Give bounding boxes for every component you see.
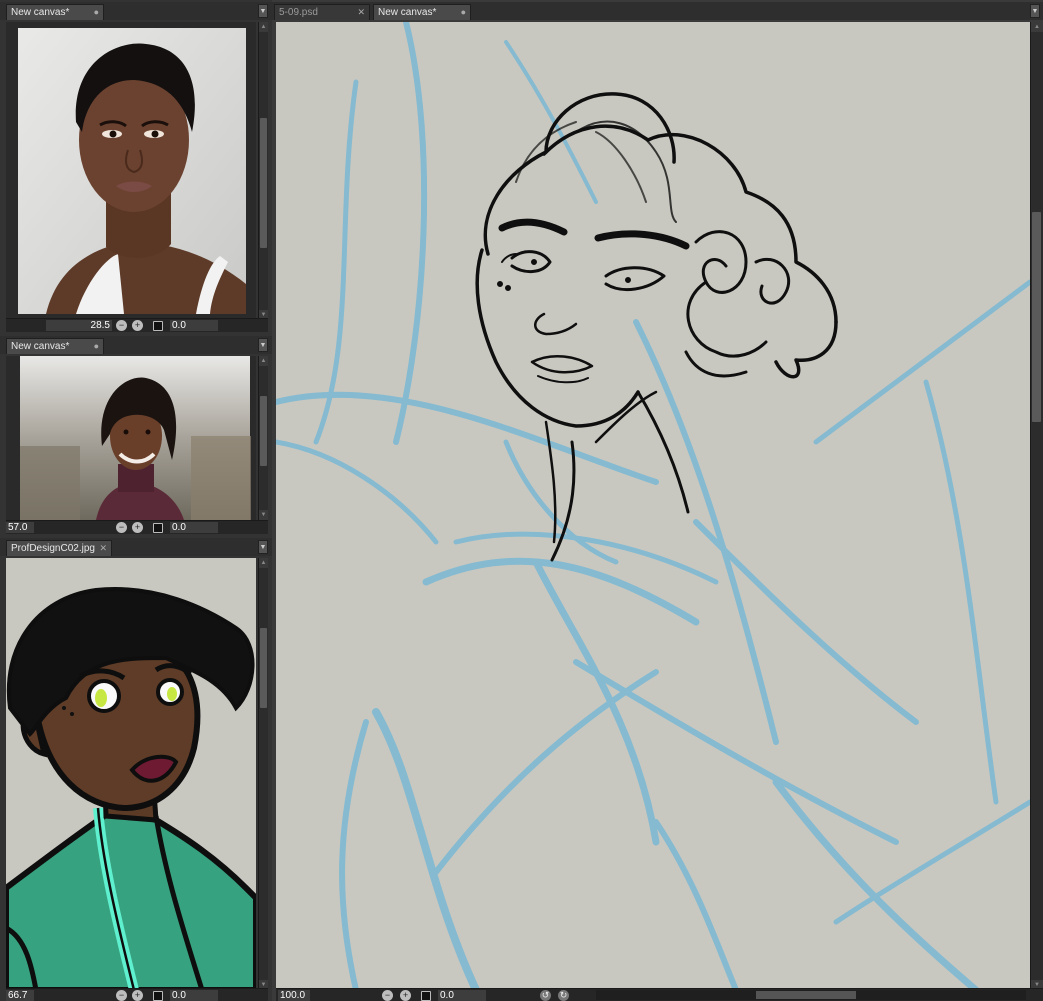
sketch-drawing — [276, 22, 1030, 990]
panel3-view — [6, 558, 256, 990]
zoom-field[interactable]: 57.0 — [6, 522, 34, 533]
angle-field[interactable]: 0.0 — [170, 990, 218, 1001]
scroll-up-icon[interactable]: ▲ — [259, 22, 268, 32]
zoom-in-icon[interactable]: + — [400, 990, 411, 1001]
fit-window-icon[interactable] — [153, 321, 163, 331]
panel3-statusbar: 66.7 − + 0.0 — [6, 988, 268, 1001]
panel2-tab[interactable]: New canvas* ● — [6, 338, 104, 354]
scroll-up-icon[interactable]: ▲ — [1031, 22, 1043, 32]
scroll-thumb[interactable] — [260, 118, 267, 248]
main-scrollbar[interactable]: ▲ ▼ — [1030, 22, 1043, 990]
unsaved-dot-icon[interactable]: ● — [94, 339, 99, 354]
panel3-tabbar: ProfDesignC02.jpg ✕ ▼ — [0, 538, 272, 556]
scroll-up-icon[interactable]: ▲ — [259, 356, 268, 366]
zoom-in-icon[interactable]: + — [132, 990, 143, 1001]
tab-5-09-psd[interactable]: 5-09.psd ✕ — [274, 4, 370, 20]
scroll-thumb[interactable] — [260, 628, 267, 708]
scroll-thumb[interactable] — [1032, 212, 1041, 422]
scroll-down-icon[interactable]: ▼ — [259, 510, 268, 520]
panel1-tab-title: New canvas* — [11, 7, 70, 18]
unsaved-dot-icon[interactable]: ● — [94, 5, 99, 20]
close-icon[interactable]: ✕ — [99, 541, 107, 556]
fit-window-icon[interactable] — [153, 523, 163, 533]
panel2-tab-title: New canvas* — [11, 341, 70, 352]
zoom-in-icon[interactable]: + — [132, 320, 143, 331]
scroll-thumb[interactable] — [260, 396, 267, 466]
panel-menu-icon[interactable]: ▼ — [1030, 4, 1040, 18]
panel1-view — [6, 22, 256, 320]
panel1-tab[interactable]: New canvas* ● — [6, 4, 104, 20]
zoom-in-icon[interactable]: + — [132, 522, 143, 533]
main-statusbar: 100.0 − + 0.0 ↺ ↻ — [276, 988, 1043, 1001]
rotate-right-icon[interactable]: ↻ — [558, 990, 569, 1001]
zoom-field[interactable]: 100.0 — [278, 990, 310, 1001]
panel-menu-icon[interactable]: ▼ — [258, 540, 268, 554]
zoom-out-icon[interactable]: − — [116, 320, 127, 331]
panel2-tabbar: New canvas* ● ▼ — [0, 336, 272, 354]
tab-new-canvas[interactable]: New canvas* ● — [373, 4, 471, 20]
character-design-illustration — [6, 587, 256, 990]
panel3-tab-title: ProfDesignC02.jpg — [11, 543, 95, 554]
fit-window-icon[interactable] — [421, 991, 431, 1001]
zoom-field[interactable]: 66.7 — [6, 990, 34, 1001]
fit-window-icon[interactable] — [153, 991, 163, 1001]
panel-menu-icon[interactable]: ▼ — [258, 338, 268, 352]
tab-label: 5-09.psd — [279, 7, 318, 18]
main-tabbar: 5-09.psd ✕ New canvas* ● ▼ — [272, 2, 1043, 20]
panel1-tabbar: New canvas* ● ▼ — [0, 2, 272, 20]
zoom-out-icon[interactable]: − — [116, 990, 127, 1001]
panel-menu-icon[interactable]: ▼ — [258, 4, 268, 18]
angle-field[interactable]: 0.0 — [438, 990, 486, 1001]
scroll-up-icon[interactable]: ▲ — [259, 558, 268, 568]
panel3-tab[interactable]: ProfDesignC02.jpg ✕ — [6, 540, 112, 556]
zoom-field[interactable]: 28.5 — [46, 320, 112, 331]
unsaved-dot-icon[interactable]: ● — [461, 5, 466, 20]
scroll-thumb[interactable] — [756, 991, 856, 999]
portrait-photo-short-hair — [18, 28, 246, 314]
zoom-out-icon[interactable]: − — [116, 522, 127, 533]
portrait-photo-locs — [20, 356, 251, 520]
panel1-statusbar: 28.5 − + 0.0 — [6, 318, 268, 332]
close-icon[interactable]: ✕ — [357, 5, 365, 20]
panel2-statusbar: 57.0 − + 0.0 — [6, 520, 268, 534]
panel2-view — [6, 356, 256, 520]
tab-label: New canvas* — [378, 7, 437, 18]
angle-field[interactable]: 0.0 — [170, 522, 218, 533]
left-column: New canvas* ● ▼ ▲ ▼ 28.5 − + 0.0 New can… — [0, 0, 272, 1001]
panel1-scrollbar[interactable]: ▲ ▼ — [258, 22, 268, 320]
zoom-out-icon[interactable]: − — [382, 990, 393, 1001]
horizontal-scrollbar[interactable] — [596, 990, 1026, 1000]
rotate-left-icon[interactable]: ↺ — [540, 990, 551, 1001]
panel2-scrollbar[interactable]: ▲ ▼ — [258, 356, 268, 520]
main-canvas[interactable] — [276, 22, 1030, 990]
panel3-scrollbar[interactable]: ▲ ▼ — [258, 558, 268, 990]
angle-field[interactable]: 0.0 — [170, 320, 218, 331]
